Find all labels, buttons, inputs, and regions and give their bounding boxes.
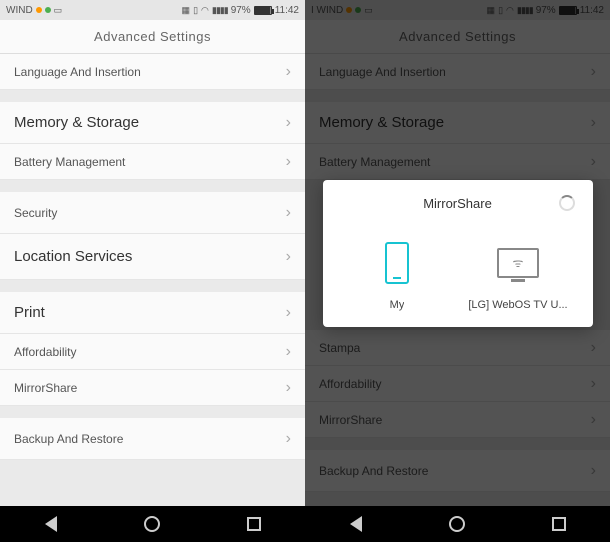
status-right: ▦ ▯ ◠ ▮▮▮▮ 97% 11:42: [182, 5, 299, 16]
chevron-right-icon: ›: [286, 430, 291, 448]
clock: 11:42: [275, 5, 299, 16]
circle-icon: [449, 516, 465, 532]
modal-overlay[interactable]: MirrorShare My ᯤ [LG] WebOS TV U...: [305, 0, 610, 506]
row-label: Location Services: [14, 248, 132, 265]
triangle-left-icon: [45, 516, 57, 532]
divider: [0, 406, 305, 418]
chevron-right-icon: ›: [286, 63, 291, 81]
row-memory[interactable]: Memory & Storage ›: [0, 102, 305, 144]
dialog-header: MirrorShare: [323, 194, 593, 225]
page-title: Advanced Settings: [94, 29, 211, 44]
notif-icon: [36, 7, 42, 13]
device-lg-tv[interactable]: ᯤ [LG] WebOS TV U...: [468, 237, 568, 311]
chevron-right-icon: ›: [286, 204, 291, 222]
phone-icon: [376, 237, 418, 289]
circle-icon: [144, 516, 160, 532]
mirrorshare-dialog: MirrorShare My ᯤ [LG] WebOS TV U...: [323, 180, 593, 327]
battery-icon: [254, 6, 272, 15]
home-button[interactable]: [446, 513, 468, 535]
row-print[interactable]: Print ›: [0, 292, 305, 334]
chevron-right-icon: ›: [286, 248, 291, 266]
header: Advanced Settings: [0, 20, 305, 54]
chevron-right-icon: ›: [286, 153, 291, 171]
signal-icon: ▮▮▮▮: [212, 5, 228, 16]
row-mirrorshare[interactable]: MirrorShare ›: [0, 370, 305, 406]
square-icon: [552, 517, 566, 531]
triangle-left-icon: [350, 516, 362, 532]
dialog-title: MirrorShare: [423, 196, 492, 211]
row-battery[interactable]: Battery Management ›: [0, 144, 305, 180]
nfc-icon: ▦: [182, 5, 191, 16]
whatsapp-icon: [45, 7, 51, 13]
battery-percent: 97%: [231, 5, 251, 16]
row-backup[interactable]: Backup And Restore ›: [0, 418, 305, 460]
row-security[interactable]: Security ›: [0, 192, 305, 234]
carrier-label: WIND: [6, 5, 33, 16]
row-label: Battery Management: [14, 155, 125, 169]
screen-right: I WIND ▭ ▦ ▯ ◠ ▮▮▮▮ 97% 11:42 Advanced S…: [305, 0, 610, 542]
loading-spinner-icon: [559, 195, 575, 211]
chevron-right-icon: ›: [286, 304, 291, 322]
device-list: My ᯤ [LG] WebOS TV U...: [323, 225, 593, 317]
back-button[interactable]: [40, 513, 62, 535]
row-label: Memory & Storage: [14, 114, 139, 131]
row-affordability[interactable]: Affordability ›: [0, 334, 305, 370]
screen-left: WIND ▭ ▦ ▯ ◠ ▮▮▮▮ 97% 11:42 Advanced Set…: [0, 0, 305, 542]
home-button[interactable]: [141, 513, 163, 535]
row-language[interactable]: Language And Insertion ›: [0, 54, 305, 90]
row-label: MirrorShare: [14, 381, 77, 395]
row-label: Language And Insertion: [14, 65, 141, 79]
device-my-phone[interactable]: My: [347, 237, 447, 311]
nav-bar: [0, 506, 305, 542]
status-bar: WIND ▭ ▦ ▯ ◠ ▮▮▮▮ 97% 11:42: [0, 0, 305, 20]
row-label: Affordability: [14, 345, 76, 359]
settings-list: Language And Insertion › Memory & Storage…: [0, 54, 305, 506]
nav-bar: [305, 506, 610, 542]
row-label: Print: [14, 304, 45, 321]
recents-button[interactable]: [548, 513, 570, 535]
divider: [0, 280, 305, 292]
device-label: My: [390, 299, 405, 311]
recents-button[interactable]: [243, 513, 265, 535]
divider: [0, 90, 305, 102]
sdcard-icon: ▭: [54, 5, 63, 16]
chevron-right-icon: ›: [286, 343, 291, 361]
square-icon: [247, 517, 261, 531]
status-left: WIND ▭: [6, 5, 62, 16]
wifi-icon: ᯤ: [513, 254, 524, 271]
row-label: Security: [14, 206, 57, 220]
device-label: [LG] WebOS TV U...: [468, 299, 567, 311]
back-button[interactable]: [345, 513, 367, 535]
chevron-right-icon: ›: [286, 114, 291, 132]
row-label: Backup And Restore: [14, 432, 123, 446]
vibrate-icon: ▯: [193, 5, 198, 16]
tv-icon: ᯤ: [497, 237, 539, 289]
row-location[interactable]: Location Services ›: [0, 234, 305, 280]
divider: [0, 180, 305, 192]
chevron-right-icon: ›: [286, 379, 291, 397]
wifi-icon: ◠: [201, 5, 209, 16]
